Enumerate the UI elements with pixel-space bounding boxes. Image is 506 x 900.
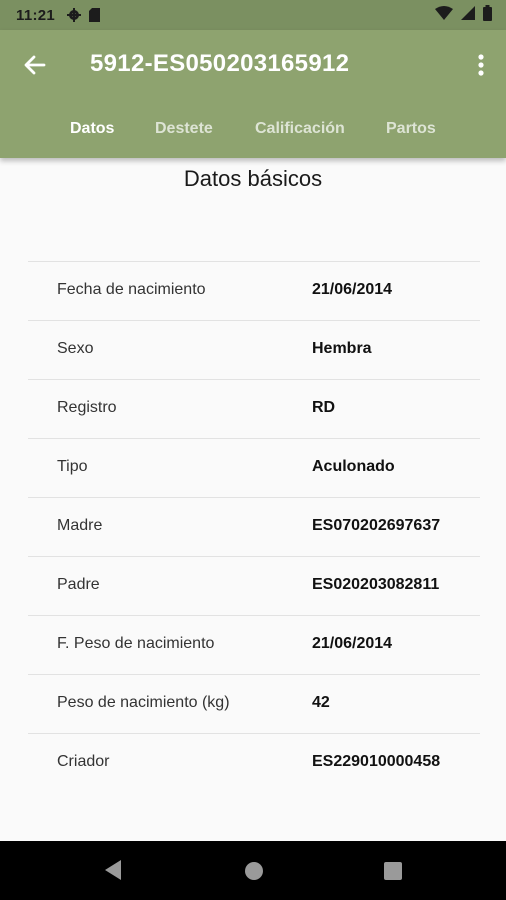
app-bar: 5912-ES050203165912 Datos Destete Califi… xyxy=(0,30,506,158)
row-value: ES070202697637 xyxy=(312,517,441,534)
row-label: Tipo xyxy=(57,458,88,475)
table-row: Criador ES229010000458 xyxy=(28,733,480,792)
section-title: Datos básicos xyxy=(183,166,323,191)
system-nav-bar xyxy=(0,841,506,900)
more-vert-icon[interactable] xyxy=(476,52,486,78)
nav-back-icon[interactable] xyxy=(103,859,123,886)
tab-datos[interactable]: Datos xyxy=(70,120,114,138)
row-value: 21/06/2014 xyxy=(312,635,393,652)
table-row: Fecha de nacimiento 21/06/2014 xyxy=(28,261,480,320)
table-row: Tipo Aculonado xyxy=(28,438,480,497)
tab-calificacion[interactable]: Calificación xyxy=(255,120,345,138)
page-title: 5912-ES050203165912 xyxy=(90,50,350,77)
table-row: Madre ES070202697637 xyxy=(28,497,480,556)
data-table: Fecha de nacimiento 21/06/2014 Sexo Hembra R… xyxy=(28,261,480,792)
signal-icon xyxy=(461,5,475,25)
table-row: Sexo Hembra xyxy=(28,320,480,379)
row-label: Madre xyxy=(57,517,103,534)
row-value: 42 xyxy=(312,694,330,711)
row-label: Peso de nacimiento (kg) xyxy=(57,694,230,711)
row-value: RD xyxy=(312,399,336,416)
status-bar: 11:21 xyxy=(0,0,506,30)
wifi-icon xyxy=(435,5,453,25)
gear-icon xyxy=(67,8,82,22)
tab-bar: Datos Destete Calificación Partos xyxy=(0,114,506,150)
status-time: 11:21 xyxy=(16,6,56,24)
table-row: Peso de nacimiento (kg) 42 xyxy=(28,674,480,733)
row-value: ES229010000458 xyxy=(312,753,441,770)
row-label: Sexo xyxy=(57,340,94,357)
row-label: Fecha de nacimiento xyxy=(57,281,206,298)
table-row: Padre ES020203082811 xyxy=(28,556,480,615)
row-label: F. Peso de nacimiento xyxy=(57,635,215,652)
nav-recents-icon[interactable] xyxy=(384,862,402,885)
row-value: ES020203082811 xyxy=(312,576,440,593)
table-row: F. Peso de nacimiento 21/06/2014 xyxy=(28,615,480,674)
nav-home-icon[interactable] xyxy=(244,861,264,886)
row-label: Padre xyxy=(57,576,100,593)
tab-partos[interactable]: Partos xyxy=(386,120,436,138)
battery-icon xyxy=(483,4,492,26)
row-value: Aculonado xyxy=(312,458,395,475)
sd-card-icon xyxy=(89,8,101,22)
row-label: Registro xyxy=(57,399,117,416)
row-value: Hembra xyxy=(312,340,372,357)
row-value: 21/06/2014 xyxy=(312,281,393,298)
table-row: Registro RD xyxy=(28,379,480,438)
row-label: Criador xyxy=(57,753,110,770)
back-arrow-icon[interactable] xyxy=(22,52,48,78)
tab-destete[interactable]: Destete xyxy=(155,120,213,138)
